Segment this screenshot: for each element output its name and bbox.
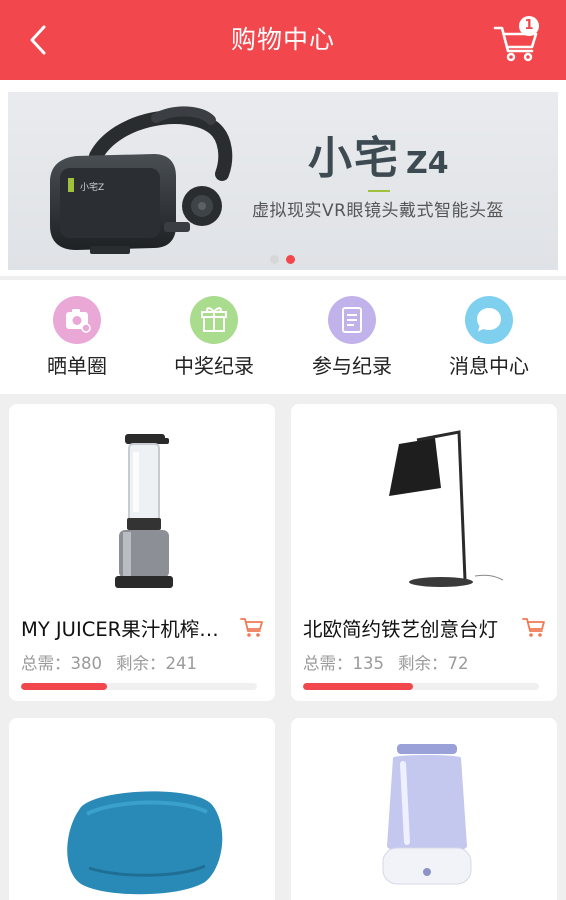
quick-nav: 晒单圈 中奖纪录 参与纪录 消息中心	[0, 280, 566, 394]
vr-headset-image: 小宅Z	[50, 106, 233, 254]
remain-value: 72	[447, 654, 469, 673]
camera-icon	[53, 296, 101, 344]
nav-label: 晒单圈	[47, 354, 107, 378]
product-card[interactable]: 北欧简约铁艺创意台灯 总需：135 剩余：72	[291, 404, 557, 701]
nav-item-show-orders[interactable]: 晒单圈	[12, 294, 142, 384]
banner-carousel[interactable]: 小宅Z 小宅 Z4 虚拟现实VR眼镜头戴式智能头盔	[0, 80, 566, 276]
top-bar: 购物中心 1	[0, 0, 566, 80]
progress-fill	[21, 683, 108, 690]
carousel-indicator	[268, 254, 308, 266]
nav-label: 消息中心	[449, 354, 529, 378]
progress-bar	[303, 683, 539, 690]
nav-label: 中奖纪录	[174, 354, 254, 378]
gift-icon	[190, 296, 238, 344]
banner-subtitle: 虚拟现实VR眼镜头戴式智能头盔	[252, 201, 504, 221]
total-value: 135	[352, 654, 385, 673]
total-label: 总需：	[21, 654, 71, 673]
product-image-humidifier	[382, 744, 472, 885]
add-to-cart-button[interactable]	[239, 614, 265, 640]
remain-label: 剩余：	[116, 654, 166, 673]
banner-slide[interactable]: 小宅Z 小宅 Z4 虚拟现实VR眼镜头戴式智能头盔	[8, 92, 558, 270]
cart-button[interactable]: 1	[492, 16, 544, 64]
product-stats: 总需：380 剩余：241	[21, 652, 197, 676]
nav-item-win-records[interactable]: 中奖纪录	[149, 294, 279, 384]
chat-bubble-icon	[465, 296, 513, 344]
banner-brand-name: 小宅	[308, 133, 400, 184]
nav-label: 参与纪录	[312, 354, 392, 378]
remain-label: 剩余：	[398, 654, 448, 673]
remain-value: 241	[165, 654, 198, 673]
product-card[interactable]: MY JUICER果汁机榨汁机 总需：380 剩余：241	[9, 404, 275, 701]
banner-brand: 小宅 Z4	[308, 134, 449, 189]
product-image-bean-bag	[67, 791, 223, 895]
product-card[interactable]	[291, 718, 557, 900]
product-name[interactable]: MY JUICER果汁机榨汁机	[21, 616, 235, 644]
product-stats: 总需：135 剩余：72	[303, 652, 469, 676]
cart-count-badge: 1	[519, 16, 539, 36]
progress-fill	[303, 683, 414, 690]
svg-text:小宅Z: 小宅Z	[80, 181, 104, 193]
product-card[interactable]	[9, 718, 275, 900]
total-value: 380	[70, 654, 103, 673]
brand-underline	[368, 190, 390, 192]
total-label: 总需：	[303, 654, 353, 673]
product-name[interactable]: 北欧简约铁艺创意台灯	[303, 616, 517, 644]
carousel-dot[interactable]	[270, 255, 279, 264]
nav-item-message-center[interactable]: 消息中心	[424, 294, 554, 384]
product-image-juicer	[115, 434, 173, 588]
nav-item-participation-records[interactable]: 参与纪录	[287, 294, 417, 384]
page-title: 购物中心	[230, 25, 335, 54]
add-to-cart-button[interactable]	[521, 614, 547, 640]
cart-icon	[240, 618, 263, 637]
cart-icon	[522, 618, 545, 637]
carousel-dot-active[interactable]	[286, 255, 295, 264]
document-icon	[328, 296, 376, 344]
progress-bar	[21, 683, 257, 690]
product-image-desk-lamp	[389, 430, 504, 587]
banner-model: Z4	[406, 146, 449, 181]
